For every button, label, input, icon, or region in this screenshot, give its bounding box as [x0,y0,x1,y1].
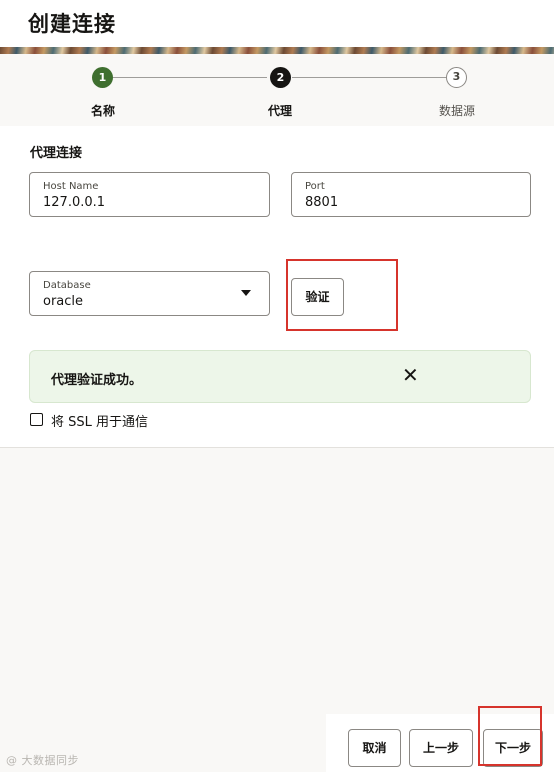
step-1-indicator[interactable]: 1 [92,67,113,88]
watermark: @ 大数据同步 [6,754,79,767]
database-select[interactable]: Database oracle [29,271,270,316]
database-label: Database [43,280,91,291]
ssl-checkbox-label[interactable]: 将 SSL 用于通信 [51,411,148,430]
ssl-checkbox[interactable] [30,413,43,426]
chevron-down-icon[interactable] [241,290,251,296]
success-message: 代理验证成功。 [51,373,143,388]
title-bar: 创建连接 [0,0,554,48]
previous-button[interactable]: 上一步 [409,729,473,767]
step-2-label: 代理 [267,104,292,118]
host-name-field[interactable]: Host Name 127.0.0.1 [29,172,270,217]
cancel-button[interactable]: 取消 [348,729,401,767]
step-connector [113,77,267,78]
step-3-indicator[interactable]: 3 [446,67,467,88]
host-name-value[interactable]: 127.0.0.1 [43,195,105,210]
page-title: 创建连接 [28,12,116,36]
highlight-box [286,259,398,331]
proxy-connection-panel: 代理连接 Host Name 127.0.0.1 Port 8801 Datab… [0,126,554,448]
port-label: Port [305,181,325,192]
highlight-box [478,706,542,766]
section-title: 代理连接 [30,146,83,161]
progress-stepper: 1 名称 2 代理 3 数据源 [0,54,554,126]
step-3-label: 数据源 [438,104,475,118]
step-connector [292,77,446,78]
step-2-indicator[interactable]: 2 [270,67,291,88]
header-texture-strip [0,47,554,54]
success-alert: 代理验证成功。 ✕ [29,350,531,403]
step-1-label: 名称 [90,104,115,118]
close-icon[interactable]: ✕ [402,363,419,387]
database-value: oracle [43,294,84,309]
host-name-label: Host Name [43,181,99,192]
port-value[interactable]: 8801 [305,195,338,210]
port-field[interactable]: Port 8801 [291,172,531,217]
